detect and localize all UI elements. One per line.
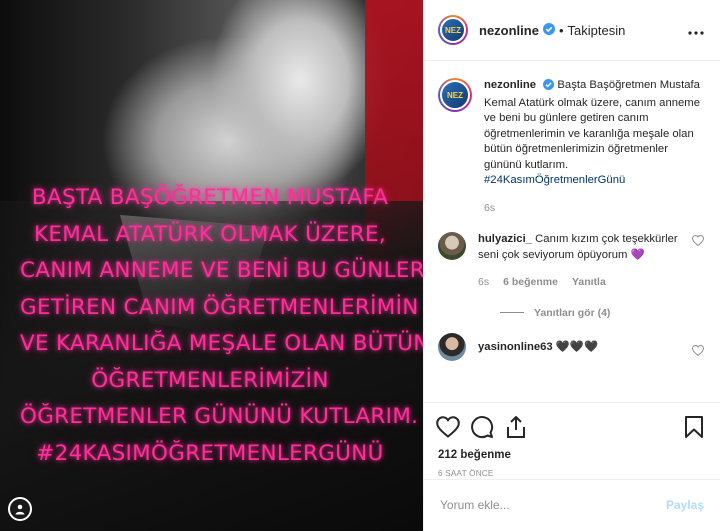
comment-username[interactable]: hulyazici_ [478,233,532,245]
follow-status[interactable]: Takiptesin [568,23,626,38]
add-comment-bar: Paylaş [424,479,720,529]
overlay-line: ÖĞRETMENLERİMİZİN [91,367,329,393]
avatar-text: NEZ [440,17,466,43]
image-text-overlay: BAŞTA BAŞÖĞRETMEN MUSTAFA KEMAL ATATÜRK … [20,180,423,472]
comment-time[interactable]: 6s [478,275,489,291]
like-heart-icon[interactable] [436,416,460,438]
like-comment-heart-icon[interactable] [691,234,705,291]
overlay-line: VE KARANLIĞA MEŞALE OLAN BÜTÜN [20,331,423,356]
overlay-line: KEMAL ATATÜRK OLMAK ÜZERE, [34,221,386,247]
view-replies-button[interactable]: Yanıtları gör (4) [500,307,704,319]
header-username[interactable]: nezonline [479,23,539,38]
instagram-post: BAŞTA BAŞÖĞRETMEN MUSTAFA KEMAL ATATÜRK … [0,0,720,531]
caption-hashtag[interactable]: #24KasımÖğretmenlerGünü [484,174,625,186]
comment-input[interactable] [440,497,666,512]
overlay-line: GETİREN CANIM ÖĞRETMENLERİMİN [20,294,419,320]
overlay-line: CANIM ANNEME VE BENİ BU GÜNLERE [20,258,423,283]
commenter-avatar[interactable] [438,332,466,361]
verified-badge-icon [543,79,555,96]
post-image[interactable]: BAŞTA BAŞÖĞRETMEN MUSTAFA KEMAL ATATÜRK … [0,0,423,531]
likes-count[interactable]: 212 beğenme [436,449,704,461]
avatar[interactable]: NEZ [438,78,472,112]
post-header: NEZ nezonline • Takiptesin [424,0,720,61]
post-actions: 212 beğenme 6 SAAT ÖNCE Paylaş [424,402,720,528]
view-replies-label: Yanıtları gör (4) [534,306,611,319]
comments-list[interactable]: NEZ nezonline Başta Başöğretmen Mustafa … [424,62,720,402]
bookmark-icon[interactable] [684,415,704,439]
post-side-panel: NEZ nezonline • Takiptesin NEZ nezonline… [423,0,720,531]
user-tag-icon[interactable] [8,497,32,521]
overlay-line: ÖĞRETMENLER GÜNÜNÜ KUTLARIM. [20,404,419,429]
comment-item: hulyazici_ Canım kızım çok teşekkürler s… [438,232,705,291]
more-options-icon[interactable] [688,23,704,38]
comment-likes[interactable]: 6 beğenme [503,275,558,291]
replies-divider [500,312,524,313]
overlay-line: BAŞTA BAŞÖĞRETMEN MUSTAFA [31,185,389,210]
avatar-text: NEZ [440,80,470,110]
comment-username[interactable]: yasinonline63 [478,341,553,353]
post-time-ago[interactable]: 6 SAAT ÖNCE [436,469,704,478]
verified-badge-icon [542,22,555,38]
reply-button[interactable]: Yanıtla [572,275,606,291]
comment-bubble-icon[interactable] [470,415,494,439]
comment-item: yasinonline63 🖤🖤🖤 [438,332,705,361]
like-comment-heart-icon[interactable] [691,344,705,361]
post-comment-button[interactable]: Paylaş [666,498,704,512]
comment-text: 🖤🖤🖤 [555,340,599,353]
commenter-avatar[interactable] [438,232,466,260]
caption-time[interactable]: 6s [484,201,495,217]
caption-username[interactable]: nezonline [484,79,536,91]
separator-dot: • [558,22,564,38]
share-icon[interactable] [504,415,528,439]
avatar[interactable]: NEZ [438,15,468,45]
overlay-line: #24KASIMÖĞRETMENLERGÜNÜ [36,440,384,466]
caption-comment: NEZ nezonline Başta Başöğretmen Mustafa … [438,78,704,216]
caption-text: Başta Başöğretmen Mustafa Kemal Atatürk … [484,79,700,171]
